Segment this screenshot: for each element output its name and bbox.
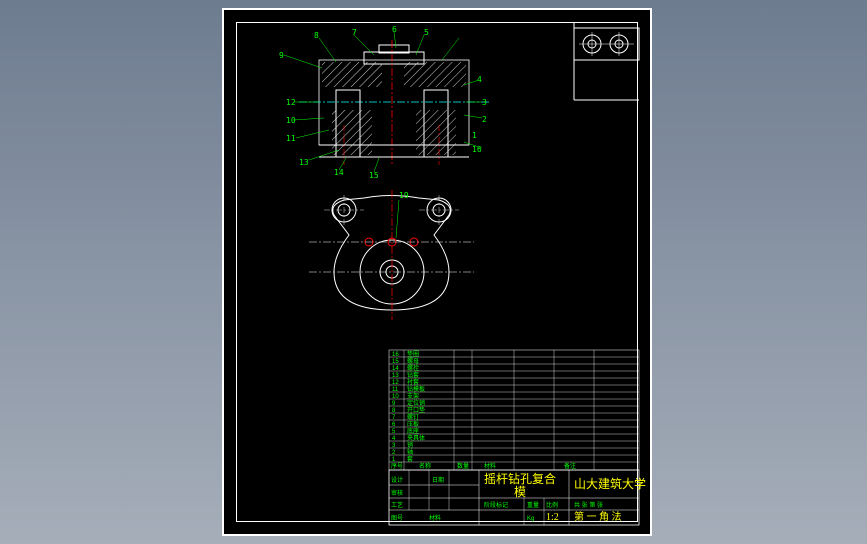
balloon-5: 5 [424, 28, 429, 37]
bom-num-13: 13 [392, 373, 399, 379]
tb-sheet: 共 张 第 张 [574, 501, 603, 509]
balloon-13: 13 [299, 158, 309, 167]
bom-table [389, 350, 639, 470]
projection-box [574, 28, 639, 60]
bom-name-2: 轴 [407, 448, 413, 456]
balloon-14: 14 [334, 168, 344, 177]
balloon-7: 7 [352, 28, 357, 37]
bom-name-8: 开口垫 [407, 406, 425, 414]
bom-name-7: 螺钉 [407, 413, 419, 421]
plan-view [309, 190, 474, 320]
balloon-19: 19 [399, 191, 409, 200]
bom-name-16: 垫圈 [407, 350, 419, 358]
section-view [284, 32, 489, 172]
bom-name-13: 钻套 [407, 371, 419, 379]
bom-hdr-4: 材料 [484, 462, 496, 470]
drawing-frame: 9 8 7 6 5 4 3 2 1 16 12 10 11 13 14 15 1… [222, 8, 652, 536]
tb-scale: 1:2 [546, 512, 559, 523]
balloon-4: 4 [477, 75, 482, 84]
bom-name-1: 套 [407, 455, 413, 463]
tb-date: 日期 [432, 476, 444, 484]
balloon-12: 12 [286, 98, 296, 107]
balloon-8: 8 [314, 31, 319, 40]
bom-hdr-2: 名称 [419, 462, 431, 470]
tb-design: 设计 [391, 476, 403, 484]
drawing-canvas: 9 8 7 6 5 4 3 2 1 16 12 10 11 13 14 15 1… [224, 10, 654, 538]
bom-num-12: 12 [392, 380, 399, 386]
bom-name-12: 衬套 [407, 378, 419, 386]
bom-name-10: 支架 [407, 392, 419, 400]
bom-name-9: 定位销 [407, 399, 425, 407]
bom-name-5: 底座 [407, 427, 419, 435]
bom-name-3: 销 [407, 441, 413, 449]
bom-name-4: 夹具体 [407, 434, 425, 442]
bom-name-11: 钻模板 [407, 385, 425, 393]
bom-num-11: 11 [392, 387, 399, 393]
bom-num-14: 14 [392, 366, 399, 372]
balloon-3: 3 [482, 98, 487, 107]
balloon-6: 6 [392, 25, 397, 34]
school-name: 山大建筑大学 [574, 476, 646, 491]
bom-num-15: 15 [392, 359, 399, 365]
tb-projection: 第 一 角 法 [574, 510, 622, 523]
balloon-9: 9 [279, 51, 284, 60]
drawing-title-2: 模 [514, 485, 526, 499]
tb-kg: Kg [527, 516, 534, 522]
balloon-11: 11 [286, 134, 296, 143]
tb-weight: 重量 [527, 501, 539, 509]
balloon-10: 10 [286, 116, 296, 125]
tb-stage: 阶段标记 [484, 501, 508, 509]
bom-hdr-1: 序号 [391, 462, 403, 470]
bom-name-14: 螺栓 [407, 364, 419, 372]
bom-hdr-5: 备注 [564, 462, 576, 470]
bom-name-15: 螺母 [407, 357, 419, 365]
tb-drawno: 图号 [391, 515, 403, 522]
tb-material: 材料 [429, 514, 441, 522]
tb-check: 审核 [391, 489, 403, 497]
tb-scale-lbl: 比例 [546, 501, 558, 509]
bom-num-10: 10 [392, 394, 399, 400]
bom-hdr-3: 数量 [457, 462, 469, 470]
drawing-title: 摇杆钻孔复合 [484, 471, 556, 486]
balloon-2: 2 [482, 115, 487, 124]
balloon-15: 15 [369, 171, 379, 180]
balloon-1: 1 [472, 131, 477, 140]
bom-num-16: 16 [392, 352, 399, 358]
balloon-16: 16 [472, 145, 482, 154]
bom-name-6: 压板 [407, 420, 419, 428]
tb-process: 工艺 [391, 501, 403, 509]
